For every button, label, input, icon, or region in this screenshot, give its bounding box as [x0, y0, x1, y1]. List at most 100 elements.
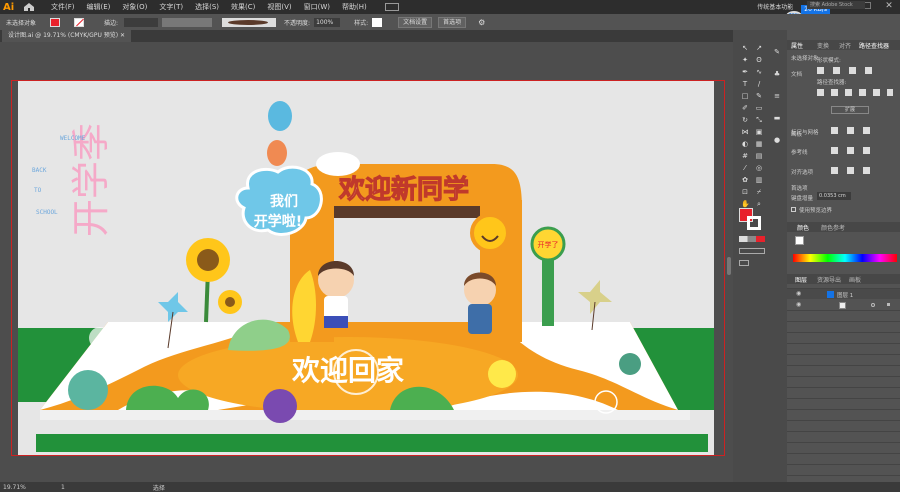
- style-label: 样式:: [354, 19, 369, 27]
- menu-help[interactable]: 帮助(H): [342, 2, 367, 12]
- home-icon[interactable]: [23, 2, 35, 12]
- tab-properties[interactable]: 属性: [791, 41, 803, 50]
- mesh-icon[interactable]: #: [741, 152, 749, 160]
- tab-align[interactable]: 对齐: [839, 41, 851, 50]
- brush-icon[interactable]: ✎: [755, 92, 763, 100]
- rotate-icon[interactable]: ↻: [741, 116, 749, 124]
- selection-square-icon[interactable]: [887, 303, 890, 306]
- selection-status: 未选择对象: [6, 19, 37, 27]
- brushes-panel-icon[interactable]: ✎: [773, 48, 781, 56]
- stroke-color-box[interactable]: [747, 216, 761, 230]
- style-swatch[interactable]: [372, 17, 383, 27]
- pen-tool-icon[interactable]: ✒: [741, 68, 749, 76]
- magic-wand-icon[interactable]: ✦: [741, 56, 749, 64]
- variable-width-profile[interactable]: [162, 17, 213, 27]
- menu-select[interactable]: 选择(S): [195, 2, 219, 12]
- eraser-icon[interactable]: ▭: [755, 104, 763, 112]
- tab-asset-export[interactable]: 资源导出: [817, 275, 841, 284]
- artboard-tool-icon[interactable]: ⊡: [741, 188, 749, 196]
- shape-builder-icon[interactable]: ◐: [741, 140, 749, 148]
- scale-icon[interactable]: ⤡: [755, 116, 763, 124]
- type-tool-icon[interactable]: T: [741, 80, 749, 88]
- tools-panel: ↖ ↗ ✦ ʘ ✒ ∿ T / □ ✎ ✐ ▭ ↻ ⤡ ⋈ ▣ ◐ ▦ # ▤ …: [733, 30, 787, 482]
- fill-swatch[interactable]: [50, 17, 61, 27]
- properties-panel: 属性 变换 对齐 路径查找器 未选择对象 形状模式: 文档 路径查找器: 扩展 …: [787, 30, 900, 482]
- ruler-grid-label: 标尺与网格: [791, 130, 819, 136]
- target-circle-icon[interactable]: [871, 303, 875, 307]
- tab-layers[interactable]: 图层: [795, 275, 807, 284]
- color-fill-swatch[interactable]: [795, 236, 804, 245]
- color-mode-buttons[interactable]: [739, 236, 765, 242]
- use-preview-bounds-checkbox[interactable]: [791, 207, 796, 212]
- brush-definition[interactable]: [222, 17, 277, 27]
- zoom-field[interactable]: 19.71%: [3, 484, 31, 491]
- rectangle-tool-icon[interactable]: □: [741, 92, 749, 100]
- layout-icon[interactable]: [384, 3, 399, 11]
- layer-row-main[interactable]: ◉ 图层 1: [787, 288, 900, 299]
- eyedropper-icon[interactable]: ⁄: [741, 164, 749, 172]
- vertical-scrollbar[interactable]: [727, 257, 731, 275]
- document-setup-button[interactable]: 文档设置: [398, 16, 433, 28]
- menu-file[interactable]: 文件(F): [51, 2, 75, 12]
- direct-selection-tool-icon[interactable]: ↗: [755, 44, 763, 52]
- guides-buttons[interactable]: [831, 147, 879, 154]
- lasso-icon[interactable]: ʘ: [755, 56, 763, 64]
- line-tool-icon[interactable]: /: [755, 80, 763, 88]
- close-button[interactable]: ✕: [882, 1, 896, 11]
- selection-tool-icon[interactable]: ↖: [741, 44, 749, 52]
- tab-transform[interactable]: 变换: [817, 41, 829, 50]
- appearance-panel-icon[interactable]: ●: [773, 136, 781, 144]
- stroke-panel-icon[interactable]: ≡: [773, 92, 781, 100]
- menu-window[interactable]: 窗口(W): [304, 2, 330, 12]
- sublayer-eye-icon[interactable]: ◉: [796, 302, 802, 308]
- menu-edit[interactable]: 编辑(E): [87, 2, 111, 12]
- workspace-switcher[interactable]: 传统基本功能: [757, 2, 793, 11]
- artboard-nav[interactable]: 1: [61, 484, 65, 491]
- ruler-grid-buttons[interactable]: [831, 127, 879, 134]
- shaper-icon[interactable]: ✐: [741, 104, 749, 112]
- use-preview-bounds-label: 使用预览边界: [799, 208, 833, 214]
- symbols-panel-icon[interactable]: ♣: [773, 70, 781, 78]
- free-transform-icon[interactable]: ▣: [755, 128, 763, 136]
- blend-icon[interactable]: ◎: [755, 164, 763, 172]
- arrange-icon[interactable]: ⚙: [478, 18, 485, 27]
- menu-effect[interactable]: 效果(C): [231, 2, 255, 12]
- graph-icon[interactable]: ▥: [755, 176, 763, 184]
- menu-type[interactable]: 文字(T): [159, 2, 183, 12]
- preferences-button[interactable]: 首选项: [438, 16, 467, 28]
- extend-button[interactable]: 扩展: [831, 106, 869, 114]
- pathfinder-label: 路径查找器:: [817, 80, 847, 86]
- color-spectrum[interactable]: [793, 254, 897, 262]
- visibility-eye-icon[interactable]: ◉: [796, 291, 802, 297]
- screen-mode-icon[interactable]: [739, 260, 749, 266]
- shape-mode-buttons[interactable]: [817, 67, 877, 74]
- width-tool-icon[interactable]: ⋈: [741, 128, 749, 136]
- stroke-weight-field[interactable]: [124, 17, 159, 27]
- menu-view[interactable]: 视图(V): [267, 2, 291, 12]
- gradient-icon[interactable]: ▤: [755, 152, 763, 160]
- guides-label: 参考线: [791, 150, 808, 156]
- slice-icon[interactable]: ⌿: [755, 188, 763, 196]
- keyboard-increment-field[interactable]: 0.0353 cm: [817, 192, 851, 200]
- stroke-swatch[interactable]: [74, 17, 85, 27]
- tab-color-guide[interactable]: 颜色参考: [821, 223, 845, 232]
- opacity-field[interactable]: 100%: [314, 17, 341, 27]
- pathfinder-buttons[interactable]: [817, 89, 893, 96]
- menu-object[interactable]: 对象(O): [122, 2, 147, 12]
- tab-pathfinder[interactable]: 路径查找器: [859, 41, 889, 50]
- curvature-icon[interactable]: ∿: [755, 68, 763, 76]
- hand-tool-icon[interactable]: ✋: [741, 200, 750, 208]
- tab-color[interactable]: 颜色: [797, 223, 809, 232]
- document-tab[interactable]: 设计图.ai @ 19.71% (CMYK/GPU 预览) ✕: [2, 30, 132, 42]
- tab-artboards[interactable]: 画板: [849, 275, 861, 284]
- search-stock-field[interactable]: 搜索 Adobe Stock: [807, 1, 865, 9]
- gradient-panel-icon[interactable]: ▬: [773, 114, 781, 122]
- symbol-sprayer-icon[interactable]: ✿: [741, 176, 749, 184]
- draw-mode-icon[interactable]: [739, 248, 765, 254]
- perspective-icon[interactable]: ▦: [755, 140, 763, 148]
- close-tab-icon[interactable]: ✕: [120, 32, 125, 39]
- snap-buttons[interactable]: [831, 167, 879, 174]
- zoom-tool-icon[interactable]: ⌕: [755, 200, 763, 208]
- sublayer-thumb: [839, 302, 846, 309]
- menu-bar: Ai 文件(F) 编辑(E) 对象(O) 文字(T) 选择(S) 效果(C) 视…: [0, 0, 900, 15]
